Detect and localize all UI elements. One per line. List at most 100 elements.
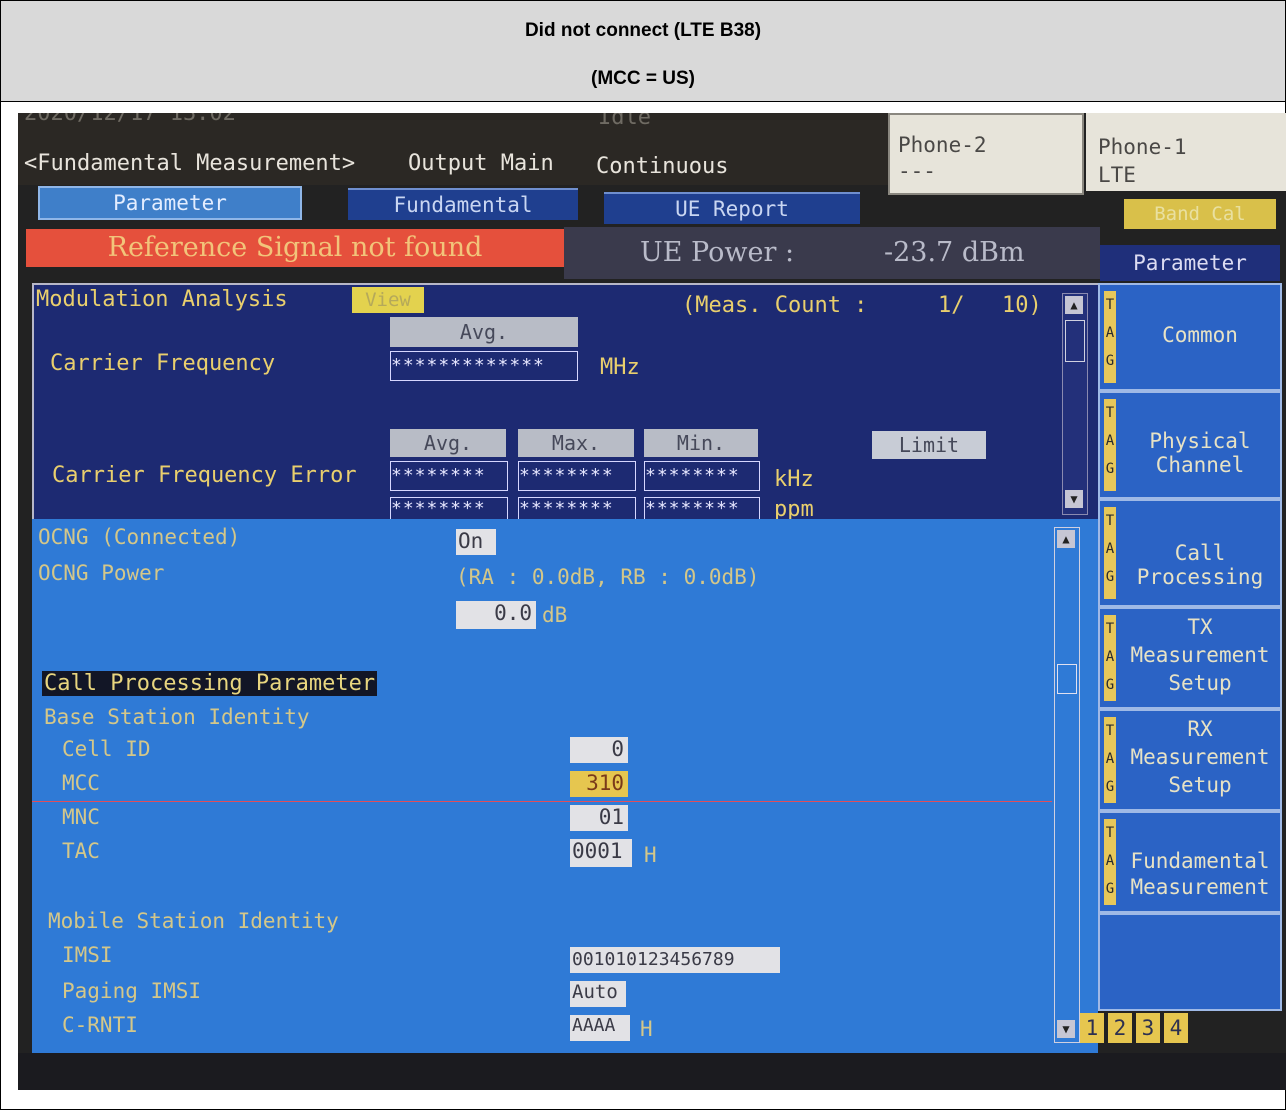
ocng-power-unit: dB (542, 603, 568, 627)
param-scroll-down-arrow-icon[interactable]: ▼ (1057, 1020, 1075, 1038)
tab-ue-report[interactable]: UE Report (604, 192, 860, 224)
limit-button[interactable]: Limit (872, 431, 986, 459)
ocng-power-value[interactable]: 0.0 (456, 601, 536, 629)
screen-bezel (18, 1053, 1286, 1090)
side-item-label: RX (1187, 717, 1213, 741)
phone2-panel[interactable]: Phone-2 --- (888, 113, 1084, 195)
carrier-frequency-value: ************* (390, 351, 578, 381)
param-scroll-thumb[interactable] (1057, 664, 1077, 694)
tag-marker-icon: TAG (1104, 399, 1116, 491)
ppm-min-value: ******** (644, 497, 760, 521)
band-cal-button[interactable]: Band Cal (1124, 199, 1276, 229)
tag-marker-icon: TAG (1104, 291, 1116, 383)
mcc-label: MCC (62, 771, 100, 795)
phone2-label: Phone-2 (898, 133, 987, 157)
phone1-value: LTE (1098, 163, 1136, 187)
ocng-power-label: OCNG Power (38, 561, 165, 585)
side-item-label: Fundamental (1130, 849, 1270, 873)
mcc-value[interactable]: 310 (570, 771, 628, 797)
carrier-frequency-error-unit: kHz (774, 467, 814, 492)
error-min-header: Min. (644, 429, 758, 457)
side-item-label: Measurement (1130, 643, 1270, 667)
paging-imsi-value[interactable]: Auto (570, 981, 626, 1007)
carrier-frequency-error-label: Carrier Frequency Error (52, 463, 357, 488)
error-max-header: Max. (518, 429, 634, 457)
ppm-avg-value: ******** (390, 497, 508, 521)
meas-count-current: 1/ (938, 293, 965, 318)
tac-value[interactable]: 0001 (570, 839, 632, 867)
side-menu-physical-channel[interactable]: TAG Physical Channel (1098, 391, 1282, 499)
page-3-button[interactable]: 3 (1136, 1013, 1160, 1043)
tab-fundamental[interactable]: Fundamental (348, 188, 578, 220)
paging-imsi-label: Paging IMSI (62, 979, 202, 1003)
mobile-station-title: Mobile Station Identity (48, 909, 339, 933)
error-max-value: ******** (518, 461, 636, 491)
ue-power-label: UE Power : (640, 237, 795, 268)
modulation-panel: Modulation Analysis View (Meas. Count : … (32, 283, 1102, 521)
status-text: Idle (598, 113, 651, 130)
avg-header: Avg. (390, 317, 578, 347)
base-station-title: Base Station Identity (44, 705, 310, 729)
page-4-button[interactable]: 4 (1164, 1013, 1188, 1043)
carrier-frequency-unit: MHz (600, 355, 640, 380)
cell-id-label: Cell ID (62, 737, 151, 761)
c-rnti-unit: H (640, 1017, 653, 1041)
tag-marker-icon: TAG (1104, 819, 1116, 905)
side-item-label: Setup (1168, 773, 1232, 797)
view-button[interactable]: View (352, 287, 424, 313)
side-menu-call-processing[interactable]: TAG Call Processing (1098, 499, 1282, 607)
imsi-label: IMSI (62, 943, 113, 967)
mode-text: Continuous (596, 154, 729, 179)
caption-subtitle: (MCC = US) (591, 68, 695, 89)
meas-count-label: (Meas. Count : (682, 293, 868, 318)
cursor-line (32, 801, 1052, 802)
alert-banner: Reference Signal not found (26, 229, 564, 267)
parameter-list-panel: OCNG (Connected) On OCNG Power (RA : 0.0… (32, 519, 1098, 1090)
ocng-connected-label: OCNG (Connected) (38, 525, 241, 549)
side-menu-empty-slot[interactable] (1098, 913, 1282, 1011)
c-rnti-value[interactable]: AAAA (570, 1015, 630, 1041)
param-scroll-up-arrow-icon[interactable]: ▲ (1057, 530, 1075, 548)
page-1-button[interactable]: 1 (1080, 1013, 1104, 1043)
call-processing-title: Call Processing Parameter (42, 671, 378, 696)
mnc-value[interactable]: 01 (570, 805, 628, 831)
error-avg-header: Avg. (390, 429, 506, 457)
modulation-scrollbar[interactable]: ▲ ▼ (1062, 293, 1088, 515)
side-menu-common[interactable]: TAG Common (1098, 283, 1282, 391)
meas-count-total: 10) (1002, 293, 1042, 318)
side-item-label: Measurement (1130, 745, 1270, 769)
scroll-up-arrow-icon[interactable]: ▲ (1065, 296, 1083, 314)
parameter-scrollbar[interactable]: ▲ ▼ (1054, 527, 1080, 1043)
side-menu-tx-measurement-setup[interactable]: TAG TX Measurement Setup (1098, 607, 1282, 709)
side-menu-rx-measurement-setup[interactable]: TAG RX Measurement Setup (1098, 709, 1282, 811)
modulation-title: Modulation Analysis (36, 287, 288, 312)
ocng-ra-rb-text: (RA : 0.0dB, RB : 0.0dB) (456, 565, 760, 589)
error-min-value: ******** (644, 461, 760, 491)
tag-marker-icon: TAG (1104, 717, 1116, 803)
top-status-bar: 2020/12/17 13:02 Idle <Fundamental Measu… (18, 113, 888, 185)
caption-header: Did not connect (LTE B38) (MCC = US) (1, 1, 1285, 102)
side-item-label: TX (1187, 615, 1213, 639)
ue-power-value: -23.7 dBm (884, 237, 1025, 268)
tac-unit: H (644, 843, 657, 867)
phone1-panel[interactable]: Phone-1 LTE (1086, 113, 1286, 191)
ocng-connected-value[interactable]: On (456, 529, 496, 555)
tab-parameter[interactable]: Parameter (38, 186, 302, 220)
side-item-label: Call (1174, 541, 1226, 565)
caption-title: Did not connect (LTE B38) (524, 20, 762, 41)
tac-label: TAC (62, 839, 100, 863)
carrier-frequency-label: Carrier Frequency (50, 351, 276, 376)
side-menu-fundamental-measurement[interactable]: TAG Fundamental Measurement (1098, 811, 1282, 913)
scroll-thumb[interactable] (1065, 320, 1085, 362)
mnc-label: MNC (62, 805, 100, 829)
c-rnti-label: C-RNTI (62, 1013, 138, 1037)
phone1-label: Phone-1 (1098, 135, 1187, 159)
page-2-button[interactable]: 2 (1108, 1013, 1132, 1043)
tag-marker-icon: TAG (1104, 615, 1116, 701)
cell-id-value[interactable]: 0 (570, 737, 628, 763)
side-item-label: Physical (1149, 429, 1251, 453)
scroll-down-arrow-icon[interactable]: ▼ (1065, 490, 1083, 508)
error-avg-value: ******** (390, 461, 508, 491)
phone2-value: --- (898, 159, 936, 183)
imsi-value[interactable]: 001010123456789 (570, 947, 780, 973)
